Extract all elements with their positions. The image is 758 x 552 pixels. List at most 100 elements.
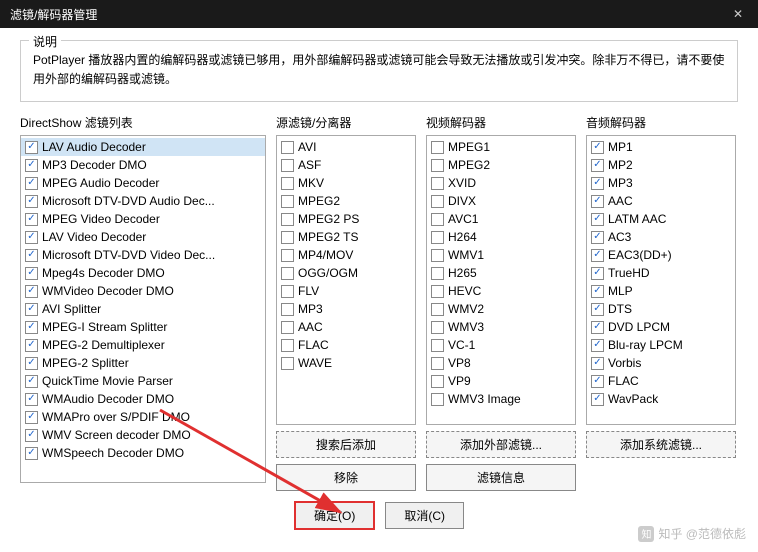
- add-external-button[interactable]: 添加外部滤镜...: [426, 431, 576, 458]
- checkbox-icon[interactable]: [25, 213, 38, 226]
- list-directshow[interactable]: LAV Audio DecoderMP3 Decoder DMOMPEG Aud…: [20, 135, 266, 483]
- list-item[interactable]: WAVE: [277, 354, 415, 372]
- list-item[interactable]: AVI: [277, 138, 415, 156]
- list-item[interactable]: Mpeg4s Decoder DMO: [21, 264, 265, 282]
- list-item[interactable]: LAV Video Decoder: [21, 228, 265, 246]
- list-item[interactable]: MP1: [587, 138, 735, 156]
- checkbox-icon[interactable]: [431, 267, 444, 280]
- list-item[interactable]: AVC1: [427, 210, 575, 228]
- list-item[interactable]: OGG/OGM: [277, 264, 415, 282]
- list-item[interactable]: H264: [427, 228, 575, 246]
- list-item[interactable]: WMV3: [427, 318, 575, 336]
- list-item[interactable]: MPEG2 PS: [277, 210, 415, 228]
- list-item[interactable]: WMAudio Decoder DMO: [21, 390, 265, 408]
- checkbox-icon[interactable]: [281, 267, 294, 280]
- checkbox-icon[interactable]: [25, 447, 38, 460]
- list-item[interactable]: MPEG-2 Splitter: [21, 354, 265, 372]
- list-item[interactable]: Vorbis: [587, 354, 735, 372]
- checkbox-icon[interactable]: [25, 429, 38, 442]
- list-item[interactable]: MP3: [277, 300, 415, 318]
- list-item[interactable]: AAC: [587, 192, 735, 210]
- list-item[interactable]: AVI Splitter: [21, 300, 265, 318]
- filter-info-button[interactable]: 滤镜信息: [426, 464, 576, 491]
- checkbox-icon[interactable]: [25, 303, 38, 316]
- list-item[interactable]: AAC: [277, 318, 415, 336]
- list-item[interactable]: QuickTime Movie Parser: [21, 372, 265, 390]
- list-item[interactable]: EAC3(DD+): [587, 246, 735, 264]
- checkbox-icon[interactable]: [281, 303, 294, 316]
- list-item[interactable]: ASF: [277, 156, 415, 174]
- checkbox-icon[interactable]: [591, 393, 604, 406]
- list-item[interactable]: Blu-ray LPCM: [587, 336, 735, 354]
- list-item[interactable]: MPEG2: [427, 156, 575, 174]
- list-item[interactable]: DTS: [587, 300, 735, 318]
- list-item[interactable]: MPEG-2 Demultiplexer: [21, 336, 265, 354]
- checkbox-icon[interactable]: [431, 339, 444, 352]
- list-item[interactable]: MPEG1: [427, 138, 575, 156]
- checkbox-icon[interactable]: [591, 321, 604, 334]
- checkbox-icon[interactable]: [431, 393, 444, 406]
- checkbox-icon[interactable]: [281, 141, 294, 154]
- list-item[interactable]: FLAC: [277, 336, 415, 354]
- checkbox-icon[interactable]: [281, 285, 294, 298]
- list-item[interactable]: LAV Audio Decoder: [21, 138, 265, 156]
- list-item[interactable]: FLV: [277, 282, 415, 300]
- checkbox-icon[interactable]: [281, 231, 294, 244]
- checkbox-icon[interactable]: [281, 249, 294, 262]
- checkbox-icon[interactable]: [431, 357, 444, 370]
- checkbox-icon[interactable]: [25, 393, 38, 406]
- checkbox-icon[interactable]: [431, 177, 444, 190]
- checkbox-icon[interactable]: [591, 375, 604, 388]
- checkbox-icon[interactable]: [281, 339, 294, 352]
- list-item[interactable]: VP9: [427, 372, 575, 390]
- list-item[interactable]: MP3 Decoder DMO: [21, 156, 265, 174]
- list-item[interactable]: WMV3 Image: [427, 390, 575, 408]
- checkbox-icon[interactable]: [591, 339, 604, 352]
- checkbox-icon[interactable]: [591, 285, 604, 298]
- list-item[interactable]: MKV: [277, 174, 415, 192]
- checkbox-icon[interactable]: [281, 177, 294, 190]
- ok-button[interactable]: 确定(O): [294, 501, 375, 530]
- checkbox-icon[interactable]: [281, 321, 294, 334]
- list-item[interactable]: Microsoft DTV-DVD Video Dec...: [21, 246, 265, 264]
- checkbox-icon[interactable]: [25, 231, 38, 244]
- list-item[interactable]: AC3: [587, 228, 735, 246]
- checkbox-icon[interactable]: [281, 357, 294, 370]
- checkbox-icon[interactable]: [431, 159, 444, 172]
- checkbox-icon[interactable]: [591, 303, 604, 316]
- checkbox-icon[interactable]: [431, 249, 444, 262]
- checkbox-icon[interactable]: [591, 141, 604, 154]
- remove-button[interactable]: 移除: [276, 464, 416, 491]
- checkbox-icon[interactable]: [25, 357, 38, 370]
- list-item[interactable]: WMV1: [427, 246, 575, 264]
- checkbox-icon[interactable]: [591, 231, 604, 244]
- list-item[interactable]: MPEG2 TS: [277, 228, 415, 246]
- checkbox-icon[interactable]: [591, 159, 604, 172]
- checkbox-icon[interactable]: [25, 411, 38, 424]
- list-item[interactable]: MPEG-I Stream Splitter: [21, 318, 265, 336]
- list-item[interactable]: H265: [427, 264, 575, 282]
- checkbox-icon[interactable]: [431, 321, 444, 334]
- list-item[interactable]: HEVC: [427, 282, 575, 300]
- checkbox-icon[interactable]: [25, 285, 38, 298]
- checkbox-icon[interactable]: [431, 231, 444, 244]
- list-item[interactable]: MP4/MOV: [277, 246, 415, 264]
- add-system-button[interactable]: 添加系统滤镜...: [586, 431, 736, 458]
- checkbox-icon[interactable]: [25, 339, 38, 352]
- list-item[interactable]: WMAPro over S/PDIF DMO: [21, 408, 265, 426]
- list-item[interactable]: MPEG2: [277, 192, 415, 210]
- list-item[interactable]: LATM AAC: [587, 210, 735, 228]
- cancel-button[interactable]: 取消(C): [385, 502, 464, 529]
- list-item[interactable]: MLP: [587, 282, 735, 300]
- checkbox-icon[interactable]: [25, 141, 38, 154]
- list-item[interactable]: XVID: [427, 174, 575, 192]
- list-audio[interactable]: MP1MP2MP3AACLATM AACAC3EAC3(DD+)TrueHDML…: [586, 135, 736, 425]
- checkbox-icon[interactable]: [25, 159, 38, 172]
- checkbox-icon[interactable]: [25, 267, 38, 280]
- checkbox-icon[interactable]: [431, 195, 444, 208]
- checkbox-icon[interactable]: [431, 141, 444, 154]
- checkbox-icon[interactable]: [281, 159, 294, 172]
- checkbox-icon[interactable]: [25, 249, 38, 262]
- list-item[interactable]: DIVX: [427, 192, 575, 210]
- checkbox-icon[interactable]: [431, 375, 444, 388]
